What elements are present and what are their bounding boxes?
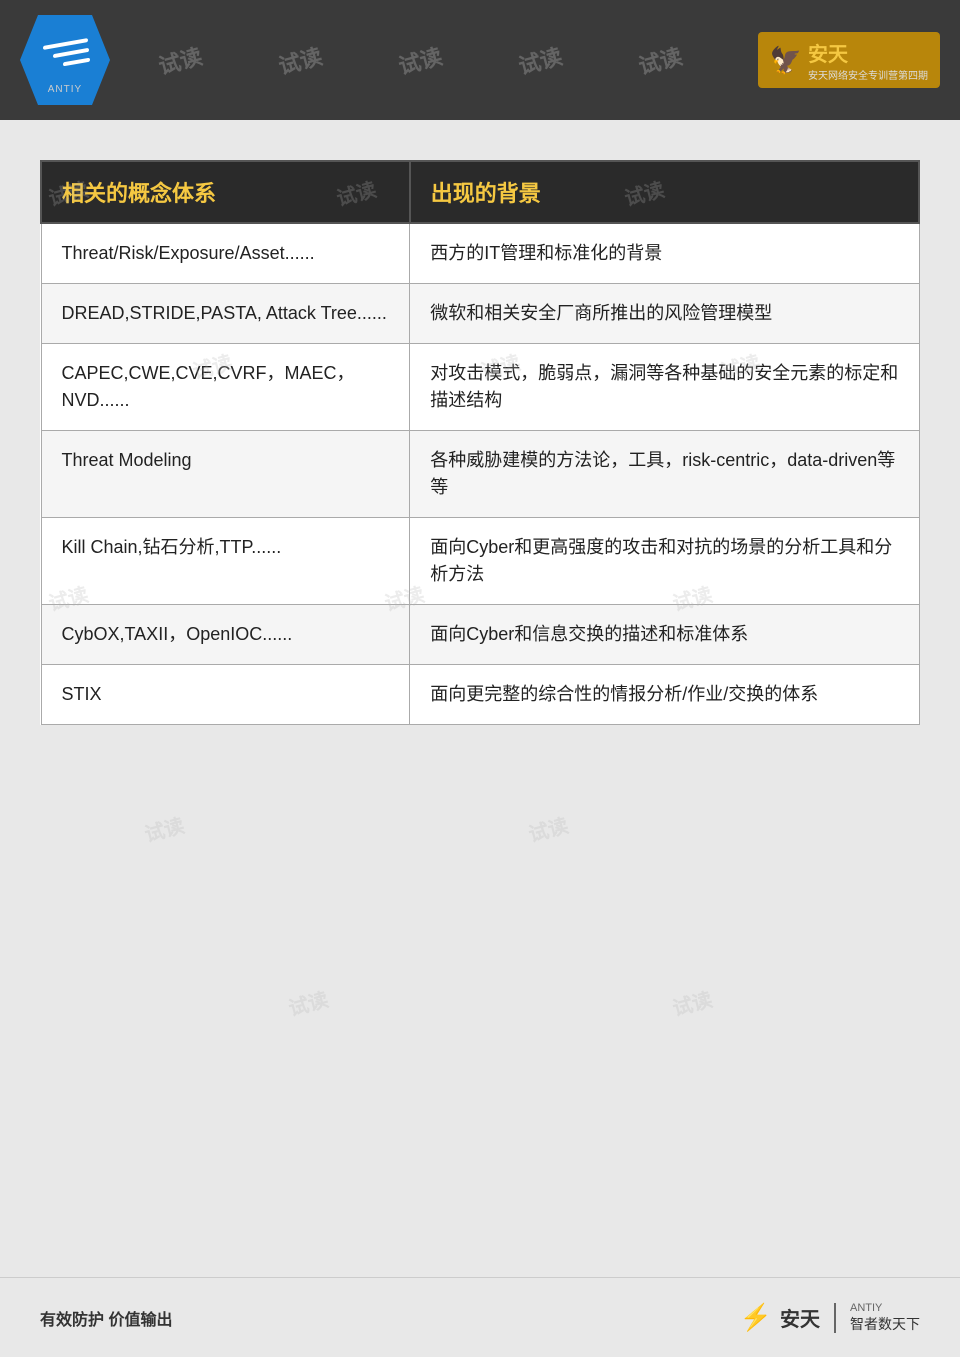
main-content: 试读 试读 试读 试读 试读 试读 试读 试读 试读 试读 试读 试读 试读 相… — [0, 120, 960, 1277]
table-row: DREAD,STRIDE,PASTA, Attack Tree......微软和… — [41, 284, 919, 344]
right-cell-0: 西方的IT管理和标准化的背景 — [410, 223, 919, 284]
logo-antiy-text: ANTIY — [48, 84, 82, 95]
cwm-11: 试读 — [525, 810, 571, 848]
col1-header: 相关的概念体系 — [41, 161, 410, 223]
brand-subtitle: 安天网络安全专训营第四期 — [808, 67, 928, 82]
right-cell-6: 面向更完整的综合性的情报分析/作业/交换的体系 — [410, 665, 919, 725]
header-brand: 🦅 安天 安天网络安全专训营第四期 — [758, 32, 940, 88]
footer: 有效防护 价值输出 ⚡ 安天 ANTIY 智者数天下 — [0, 1277, 960, 1357]
watermark-5: 试读 — [515, 39, 566, 81]
header: 试读 试读 试读 试读 试读 试读 试读 试读 ANTIY 🦅 安天 安天网络安… — [0, 0, 960, 120]
logo-line-2 — [53, 47, 89, 57]
footer-brand: ⚡ 安天 ANTIY 智者数天下 — [740, 1302, 920, 1334]
left-cell-2: CAPEC,CWE,CVE,CVRF，MAEC，NVD...... — [41, 344, 410, 431]
cwm-10: 试读 — [141, 810, 187, 848]
right-cell-1: 微软和相关安全厂商所推出的风险管理模型 — [410, 284, 919, 344]
col2-header: 出现的背景 — [410, 161, 919, 223]
cwm-13: 试读 — [669, 983, 715, 1021]
table-row: Threat Modeling各种威胁建模的方法论，工具，risk-centri… — [41, 431, 919, 518]
footer-divider — [834, 1303, 836, 1333]
table-row: Threat/Risk/Exposure/Asset......西方的IT管理和… — [41, 223, 919, 284]
concept-table: 相关的概念体系 出现的背景 Threat/Risk/Exposure/Asset… — [40, 160, 920, 725]
left-cell-6: STIX — [41, 665, 410, 725]
footer-brand-sub: 智者数天下 — [850, 1314, 920, 1334]
left-cell-0: Threat/Risk/Exposure/Asset...... — [41, 223, 410, 284]
antiy-logo: ANTIY — [20, 15, 110, 105]
right-cell-5: 面向Cyber和信息交换的描述和标准体系 — [410, 605, 919, 665]
right-cell-3: 各种威胁建模的方法论，工具，risk-centric，data-driven等等 — [410, 431, 919, 518]
left-cell-4: Kill Chain,钻石分析,TTP...... — [41, 518, 410, 605]
footer-brand-name: 安天 — [780, 1303, 820, 1332]
watermark-6: 试读 — [635, 39, 686, 81]
cwm-12: 试读 — [285, 983, 331, 1021]
right-cell-2: 对攻击模式，脆弱点，漏洞等各种基础的安全元素的标定和描述结构 — [410, 344, 919, 431]
table-row: CAPEC,CWE,CVE,CVRF，MAEC，NVD......对攻击模式，脆… — [41, 344, 919, 431]
logo-line-1 — [43, 38, 88, 50]
footer-tagline: 有效防护 价值输出 — [40, 1306, 172, 1330]
watermark-4: 试读 — [395, 39, 446, 81]
logo-lines — [38, 25, 93, 80]
footer-lightning-icon: ⚡ — [740, 1302, 772, 1333]
right-cell-4: 面向Cyber和更高强度的攻击和对抗的场景的分析工具和分析方法 — [410, 518, 919, 605]
brand-eagle-icon: 🦅 — [770, 45, 802, 76]
table-row: STIX面向更完整的综合性的情报分析/作业/交换的体系 — [41, 665, 919, 725]
left-cell-3: Threat Modeling — [41, 431, 410, 518]
table-row: CybOX,TAXII，OpenIOC......面向Cyber和信息交换的描述… — [41, 605, 919, 665]
watermark-3: 试读 — [275, 39, 326, 81]
footer-antiy: ANTIY — [850, 1302, 920, 1314]
table-row: Kill Chain,钻石分析,TTP......面向Cyber和更高强度的攻击… — [41, 518, 919, 605]
brand-name: 安天 — [808, 38, 928, 67]
watermark-2: 试读 — [155, 39, 206, 81]
left-cell-5: CybOX,TAXII，OpenIOC...... — [41, 605, 410, 665]
left-cell-1: DREAD,STRIDE,PASTA, Attack Tree...... — [41, 284, 410, 344]
logo-line-3 — [63, 57, 90, 66]
